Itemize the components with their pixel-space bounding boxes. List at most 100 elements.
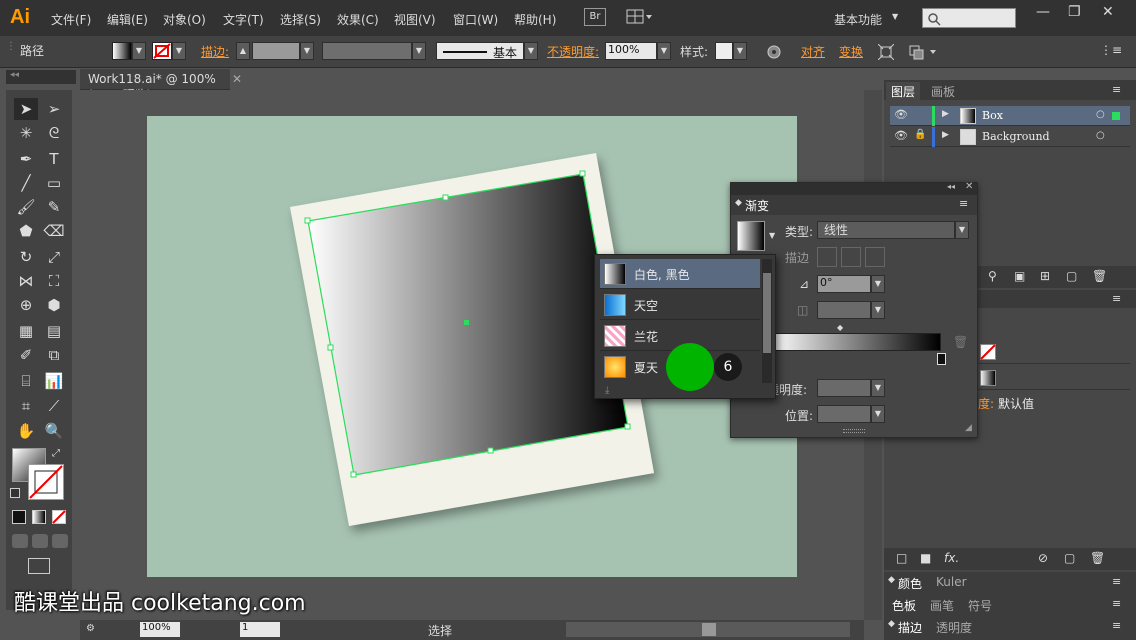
close-icon[interactable]: ✕ xyxy=(965,181,973,192)
panel-menu-icon[interactable]: ⋮≡ xyxy=(1100,43,1122,57)
blend-tool-icon[interactable]: ⧉ xyxy=(42,344,66,366)
stroke-weight-stepper[interactable]: ▲ xyxy=(236,42,250,60)
lasso-tool-icon[interactable]: ᘓ xyxy=(42,122,66,144)
gradient-preview-swatch[interactable] xyxy=(737,221,765,251)
isolate-icon[interactable] xyxy=(878,44,894,60)
none-mode-icon[interactable] xyxy=(52,510,66,524)
clear-appearance-icon[interactable]: ⊘ xyxy=(1038,551,1048,565)
layer-row-background[interactable]: 👁 🔒 ▶ Background ○ xyxy=(890,127,1130,147)
fill-swatch[interactable] xyxy=(980,370,996,386)
color-mode-icon[interactable] xyxy=(12,510,26,524)
tab-artboards[interactable]: 画板 xyxy=(926,82,960,101)
column-graph-tool-icon[interactable]: 📊 xyxy=(42,370,66,392)
scale-tool-icon[interactable]: ⤢ xyxy=(42,246,66,268)
tab-gradient[interactable]: 渐变 xyxy=(745,197,769,214)
resize-corner-icon[interactable]: ◢ xyxy=(965,423,972,433)
close-button[interactable]: ✕ xyxy=(1102,4,1114,20)
chevron-down-icon[interactable]: ▼ xyxy=(769,231,775,240)
panel-menu-icon[interactable]: ≡ xyxy=(1112,575,1121,588)
tab-symbols[interactable]: 符号 xyxy=(968,597,992,614)
chevron-down-icon[interactable]: ▼ xyxy=(524,42,538,60)
layer-name[interactable]: Background xyxy=(982,130,1050,143)
add-stroke-icon[interactable]: □ xyxy=(896,551,907,565)
collapse-arrows-icon[interactable]: ◆ xyxy=(888,575,895,585)
stop-location-input[interactable] xyxy=(817,405,871,423)
stop-opacity-input[interactable] xyxy=(817,379,871,397)
rotate-tool-icon[interactable]: ↻ xyxy=(14,246,38,268)
free-transform-tool-icon[interactable]: ⛶ xyxy=(42,270,66,292)
menu-view[interactable]: 视图(V) xyxy=(394,11,436,28)
stroke-color-box[interactable] xyxy=(28,464,64,500)
new-layer-icon[interactable]: ▢ xyxy=(1066,269,1077,283)
gradient-slider[interactable] xyxy=(771,333,941,351)
gradient-type-select[interactable]: 线性 xyxy=(817,221,955,239)
workspace-switcher[interactable]: 基本功能 xyxy=(834,11,882,28)
variable-width-select[interactable] xyxy=(322,42,412,60)
perspective-grid-tool-icon[interactable]: ⬢ xyxy=(42,294,66,316)
transform-link[interactable]: 变换 xyxy=(839,43,863,60)
collapse-arrows-icon[interactable]: ◆ xyxy=(735,198,742,208)
slice-tool-icon[interactable]: ⟋ xyxy=(42,395,66,417)
new-sublayer-icon[interactable]: ⊞ xyxy=(1040,269,1050,283)
search-input[interactable] xyxy=(922,8,1016,28)
tab-color[interactable]: 颜色 xyxy=(898,575,922,592)
selection-tool-icon[interactable]: ➤ xyxy=(14,98,38,120)
panel-menu-icon[interactable]: ≡ xyxy=(1112,597,1121,610)
trash-icon[interactable]: 🗑 xyxy=(1092,269,1107,283)
swatch-library-icon[interactable]: ⤓ xyxy=(605,385,609,396)
chevron-down-icon[interactable]: ▼ xyxy=(955,221,969,239)
magic-wand-tool-icon[interactable]: ✳ xyxy=(14,122,38,144)
chevron-down-icon[interactable]: ▼ xyxy=(412,42,426,60)
rectangle-tool-icon[interactable]: ▭ xyxy=(42,172,66,194)
zoom-tool-icon[interactable]: 🔍 xyxy=(42,420,66,442)
chevron-down-icon[interactable]: ▼ xyxy=(300,42,314,60)
swatch-item-white-black[interactable]: 白色, 黑色 xyxy=(600,259,760,289)
panel-menu-icon[interactable]: ≡ xyxy=(1112,292,1121,305)
collapse-icon[interactable]: ◂◂ xyxy=(947,182,955,191)
recolor-artwork-icon[interactable] xyxy=(766,44,782,60)
locate-object-icon[interactable]: ⚲ xyxy=(988,269,997,283)
draw-normal-icon[interactable] xyxy=(12,534,28,548)
duplicate-item-icon[interactable]: ▢ xyxy=(1064,551,1075,565)
stroke-along-button[interactable] xyxy=(841,247,861,267)
horizontal-scrollbar[interactable] xyxy=(566,622,850,637)
shape-builder-tool-icon[interactable]: ⊕ xyxy=(14,294,38,316)
popup-scrollbar[interactable] xyxy=(762,259,772,383)
menu-object[interactable]: 对象(O) xyxy=(163,11,206,28)
tab-layers[interactable]: 图层 xyxy=(886,82,921,101)
opacity-label[interactable]: 度: xyxy=(978,395,994,412)
brush-profile-select[interactable]: 基本 xyxy=(436,42,524,60)
collapse-arrows-icon[interactable]: ◆ xyxy=(888,619,895,629)
resize-grip[interactable] xyxy=(843,429,865,433)
eraser-tool-icon[interactable]: ⌫ xyxy=(42,220,66,242)
stroke-weight-input[interactable] xyxy=(252,42,300,60)
arrange-icon[interactable] xyxy=(908,44,938,60)
fill-swatch[interactable] xyxy=(112,42,132,60)
tab-transparency[interactable]: 透明度 xyxy=(936,619,972,636)
line-tool-icon[interactable]: ╱ xyxy=(14,172,38,194)
chevron-down-icon[interactable]: ▼ xyxy=(871,275,885,293)
hand-tool-icon[interactable]: ✋ xyxy=(14,420,38,442)
eye-icon[interactable]: 👁 xyxy=(894,129,908,142)
fx-icon[interactable]: fx. xyxy=(944,551,959,565)
minimize-button[interactable]: — xyxy=(1036,4,1050,20)
midpoint-diamond[interactable]: ◆ xyxy=(837,323,843,332)
direct-selection-tool-icon[interactable]: ➢ xyxy=(42,98,66,120)
screen-mode-icon[interactable] xyxy=(28,558,50,574)
panel-titlebar[interactable]: ◂◂ ✕ xyxy=(731,181,977,195)
delete-stop-icon[interactable]: 🗑 xyxy=(953,335,968,349)
menu-help[interactable]: 帮助(H) xyxy=(514,11,556,28)
chevron-down-icon[interactable]: ▼ xyxy=(871,379,885,397)
pencil-tool-icon[interactable]: ✎ xyxy=(42,196,66,218)
chevron-down-icon[interactable]: ▼ xyxy=(172,42,186,60)
eye-icon[interactable]: 👁 xyxy=(894,108,908,121)
tab-kuler[interactable]: Kuler xyxy=(936,575,967,589)
menu-type[interactable]: 文字(T) xyxy=(223,11,264,28)
type-tool-icon[interactable]: T xyxy=(42,148,66,170)
scrollbar-thumb[interactable] xyxy=(702,623,716,636)
panel-menu-icon[interactable]: ≡ xyxy=(959,197,968,210)
stroke-label[interactable]: 描边: xyxy=(201,43,229,60)
selection-indicator[interactable] xyxy=(1112,112,1120,120)
mesh-tool-icon[interactable]: ▦ xyxy=(14,320,38,342)
menu-file[interactable]: 文件(F) xyxy=(51,11,91,28)
